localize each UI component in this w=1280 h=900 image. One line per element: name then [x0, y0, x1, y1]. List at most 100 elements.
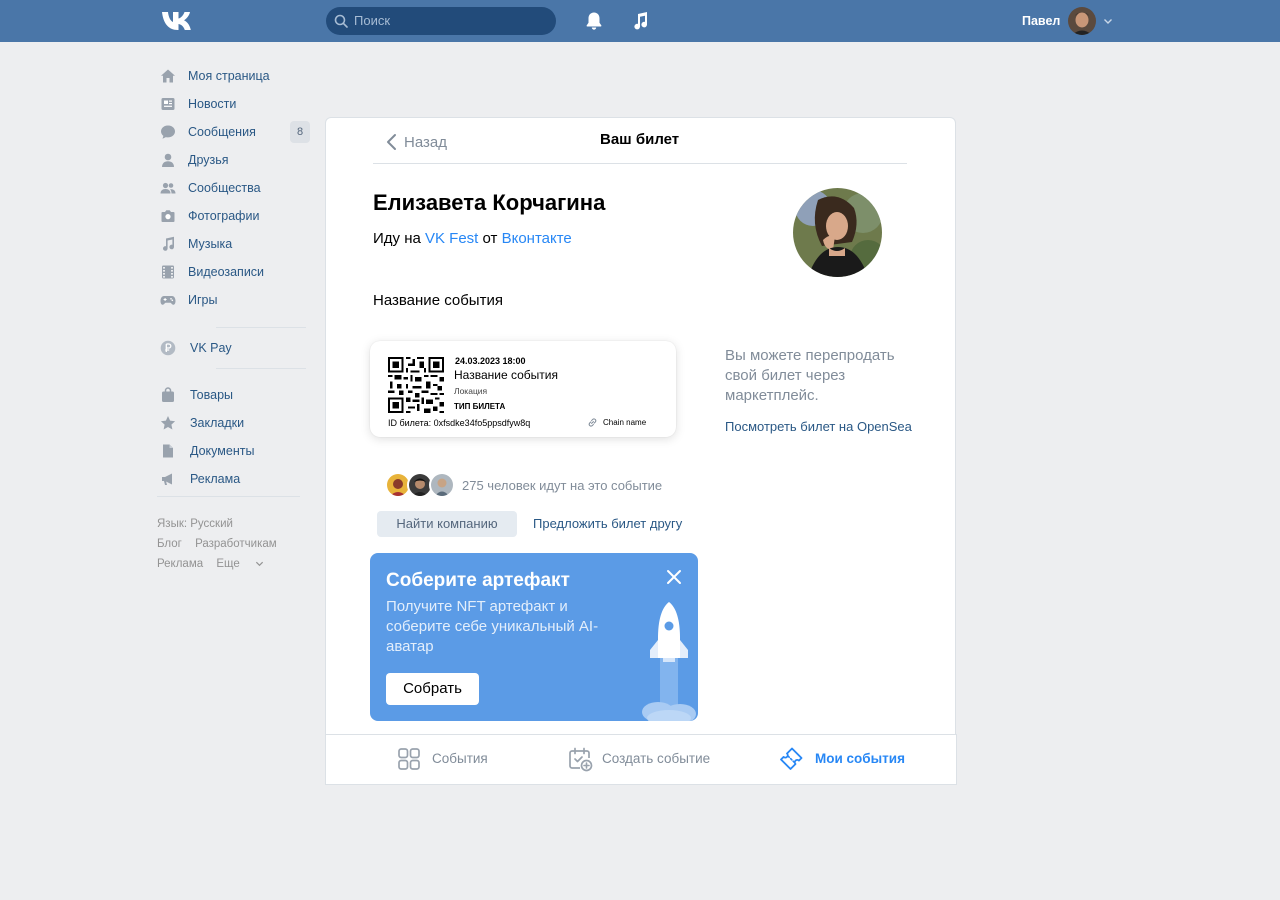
page-title: Ваш билет: [600, 131, 680, 148]
more-label: Еще: [216, 558, 240, 570]
event-name-heading: Название события: [373, 292, 503, 309]
ticket-datetime: 24.03.2023 18:00: [455, 356, 526, 366]
music-icon[interactable]: [631, 11, 649, 31]
attendees-count: 275 человек идут на это событие: [462, 478, 663, 493]
sidebar-item-label: Фотографии: [188, 209, 260, 223]
sidebar-item-games[interactable]: Игры: [157, 286, 312, 314]
vk-logo-icon[interactable]: [160, 10, 194, 32]
grid-icon: [398, 748, 420, 770]
sidebar-item-goods[interactable]: Товары: [157, 381, 312, 409]
sidebar-item-vk-pay[interactable]: VK Pay: [157, 334, 312, 362]
event-link[interactable]: VK Fest: [425, 230, 478, 247]
more-link[interactable]: Еще: [216, 558, 264, 570]
sidebar-item-music[interactable]: Музыка: [157, 230, 312, 258]
camera-icon: [161, 210, 175, 222]
sidebar-item-label: Реклама: [190, 472, 241, 486]
sidebar-item-documents[interactable]: Документы: [157, 437, 312, 465]
offer-friend-link[interactable]: Предложить билет другу: [533, 516, 682, 531]
bag-icon: [162, 387, 174, 402]
sidebar-item-messages[interactable]: Сообщения 8: [157, 118, 312, 146]
sidebar-item-label: Сообщества: [188, 181, 261, 195]
user-avatar: [1068, 7, 1096, 35]
film-icon: [162, 265, 174, 279]
tab-label: Мои события: [815, 751, 905, 766]
sidebar-divider: [157, 496, 300, 497]
top-header: Поиск Павел: [0, 0, 1280, 42]
messages-count-badge: 8: [290, 121, 310, 143]
sidebar-item-bookmarks[interactable]: Закладки: [157, 409, 312, 437]
ticket-type: ТИП БИЛЕТА: [454, 402, 506, 411]
sidebar-item-label: Сообщения: [188, 125, 256, 139]
link-icon: [588, 418, 597, 427]
sidebar-item-label: Музыка: [188, 237, 233, 251]
friend-icon: [162, 153, 174, 167]
chevron-down-icon: [255, 561, 264, 567]
ticket-id: ID билета: 0xfsdke34fo5ppsdfyw8q: [388, 418, 531, 428]
sidebar-item-news[interactable]: Новости: [157, 90, 312, 118]
messages-icon: [161, 125, 175, 139]
music-note-icon: [163, 236, 174, 251]
document-icon: [163, 444, 173, 458]
ticket-event-name: Название события: [454, 368, 558, 382]
search-input[interactable]: Поиск: [326, 7, 556, 35]
developers-link[interactable]: Разработчикам: [195, 538, 277, 550]
sidebar-item-label: Документы: [190, 444, 255, 458]
collect-button[interactable]: Собрать: [386, 673, 479, 705]
blog-link[interactable]: Блог: [157, 538, 182, 550]
sidebar-item-my-page[interactable]: Моя страница: [157, 62, 312, 90]
ticket-icon: [780, 747, 803, 770]
ticket-location: Локация: [454, 386, 488, 396]
star-icon: [160, 416, 176, 430]
sidebar-item-label: Моя страница: [188, 69, 270, 83]
sidebar-item-label: Друзья: [188, 153, 229, 167]
promo-text: Получите NFT артефакт и соберите себе ун…: [386, 598, 599, 655]
tab-label: События: [432, 751, 488, 766]
attendee-avatar: [429, 472, 455, 498]
sidebar-footer-language: Язык: Русский: [157, 518, 243, 530]
sidebar-item-ads[interactable]: Реклама: [157, 465, 312, 493]
sidebar-item-videos[interactable]: Видеозаписи: [157, 258, 312, 286]
sidebar-footer-row: Блог Разработчикам: [157, 538, 287, 550]
rocket-icon: [642, 602, 696, 721]
find-company-button[interactable]: Найти компанию: [377, 511, 517, 537]
back-label: Назад: [404, 134, 447, 151]
chevron-down-icon: [1104, 19, 1112, 24]
megaphone-icon: [162, 473, 172, 485]
title-divider: [373, 163, 907, 164]
sidebar-footer-row: Реклама Еще: [157, 558, 264, 570]
organizer-link[interactable]: Вконтакте: [502, 230, 572, 247]
close-icon[interactable]: [666, 569, 682, 585]
going-line: Иду на VK Fest от Вконтакте: [373, 230, 572, 247]
ruble-icon: [160, 340, 176, 356]
sidebar-item-label: Товары: [190, 388, 233, 402]
bottom-tab-bar: События Создать событие Мои события: [325, 734, 957, 785]
owner-avatar[interactable]: [793, 188, 882, 277]
ads-link[interactable]: Реклама: [157, 558, 203, 570]
nft-promo-banner: Соберите артефакт Получите NFT артефакт …: [370, 553, 698, 721]
sidebar-item-label: Игры: [188, 293, 218, 307]
going-prefix: Иду на: [373, 230, 421, 247]
bell-icon[interactable]: [585, 11, 603, 31]
qr-code: [388, 357, 444, 413]
sidebar-item-label: Видеозаписи: [188, 265, 265, 279]
sidebar-item-photos[interactable]: Фотографии: [157, 202, 312, 230]
news-icon: [161, 98, 175, 110]
search-icon: [334, 14, 348, 28]
resell-text: Вы можете перепродать свой билет через м…: [725, 347, 895, 404]
sidebar-item-groups[interactable]: Сообщества: [157, 174, 312, 202]
sidebar-item-label: Новости: [188, 97, 237, 111]
sidebar-item-label: Закладки: [190, 416, 245, 430]
promo-title: Соберите артефакт: [386, 570, 570, 591]
chain-name: Chain name: [603, 418, 647, 427]
home-icon: [161, 69, 175, 83]
going-middle: от: [482, 230, 498, 247]
opensea-link[interactable]: Посмотреть билет на OpenSea: [725, 419, 912, 434]
sidebar-item-friends[interactable]: Друзья: [157, 146, 312, 174]
sidebar-divider: [216, 368, 306, 369]
language-link[interactable]: Язык: Русский: [157, 518, 233, 530]
calendar-add-icon: [569, 747, 593, 772]
chevron-left-icon: [387, 134, 396, 150]
sidebar-item-label: VK Pay: [190, 341, 232, 355]
ticket-preview[interactable]: 24.03.2023 18:00 Название события Локаци…: [370, 341, 676, 437]
gamepad-icon: [160, 296, 176, 305]
